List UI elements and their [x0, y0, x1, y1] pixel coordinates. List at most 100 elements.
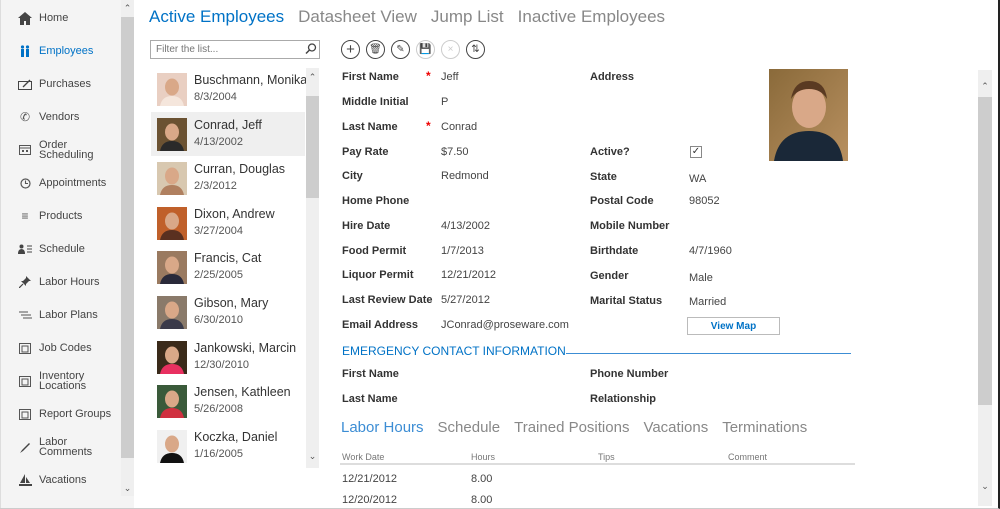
- employee-photo: [769, 69, 848, 161]
- table-cell: 12/21/2012: [342, 473, 398, 485]
- subtab-schedule[interactable]: Schedule: [438, 419, 501, 436]
- state-value[interactable]: WA: [689, 173, 706, 185]
- employee-thumbnail: [157, 429, 187, 463]
- scroll-down-icon[interactable]: ⌄: [978, 480, 992, 492]
- hire-date-value[interactable]: 4/13/2002: [441, 220, 490, 232]
- sidebar-item-labor-hours[interactable]: Labor Hours: [1, 275, 121, 289]
- save-button[interactable]: 💾: [416, 40, 435, 59]
- emergency-last-name-label: Last Name: [342, 393, 398, 405]
- employee-name: Francis, Cat: [194, 251, 262, 266]
- subtab-labor-hours[interactable]: Labor Hours: [341, 419, 424, 436]
- column-header-hours[interactable]: Hours: [471, 452, 495, 462]
- email-address-value[interactable]: JConrad@proseware.com: [441, 319, 569, 331]
- active-checkbox[interactable]: ✓: [690, 146, 702, 158]
- sidebar-item-vacations[interactable]: Vacations: [1, 473, 121, 487]
- middle-initial-value[interactable]: P: [441, 96, 448, 108]
- sidebar-item-home[interactable]: Home: [1, 11, 121, 25]
- liquor-permit-value[interactable]: 12/21/2012: [441, 269, 496, 281]
- tab-jump-list[interactable]: Jump List: [431, 7, 504, 27]
- subtab-terminations[interactable]: Terminations: [722, 419, 807, 436]
- sidebar-item-label: Job Codes: [39, 342, 92, 354]
- cancel-button[interactable]: ×: [441, 40, 460, 59]
- employee-thumbnail: [157, 206, 187, 240]
- column-header-comment[interactable]: Comment: [728, 452, 767, 462]
- list-scrollbar[interactable]: ⌃ ⌄: [306, 68, 319, 468]
- sidebar-item-labor-plans[interactable]: Labor Plans: [1, 308, 121, 322]
- sidebar-item-vendors[interactable]: ✆ Vendors: [1, 110, 121, 124]
- scroll-up-icon[interactable]: ⌃: [978, 80, 992, 92]
- hire-date-label: Hire Date: [342, 220, 391, 232]
- sidebar-item-order-scheduling[interactable]: Order Scheduling: [1, 140, 121, 161]
- sidebar-item-schedule[interactable]: Schedule: [1, 242, 121, 256]
- scroll-down-icon[interactable]: ⌄: [306, 450, 319, 462]
- employee-list-item[interactable]: Francis, Cat 2/25/2005: [151, 245, 305, 289]
- employee-hire-date: 6/30/2010: [194, 314, 243, 326]
- sidebar-item-inventory-locations[interactable]: Inventory Locations: [1, 370, 121, 392]
- column-header-tips[interactable]: Tips: [598, 452, 615, 462]
- postal-code-value[interactable]: 98052: [689, 195, 720, 207]
- last-review-date-label: Last Review Date: [342, 294, 433, 306]
- employee-list-item[interactable]: Jensen, Kathleen 5/26/2008: [151, 379, 305, 423]
- employee-list-item[interactable]: Gibson, Mary 6/30/2010: [151, 290, 305, 334]
- scrollbar-thumb[interactable]: [121, 17, 134, 458]
- employee-list-item[interactable]: Jankowski, Marcin 12/30/2010: [151, 335, 305, 379]
- sidebar-scrollbar[interactable]: ⌃ ⌄: [121, 0, 134, 496]
- marital-status-value[interactable]: Married: [689, 296, 726, 308]
- view-map-button[interactable]: View Map: [687, 317, 780, 335]
- employee-list-item[interactable]: Koczka, Daniel 1/16/2005: [151, 424, 305, 468]
- scrollbar-thumb[interactable]: [306, 96, 319, 198]
- food-permit-value[interactable]: 1/7/2013: [441, 245, 484, 257]
- employee-name: Buschmann, Monika: [194, 73, 308, 87]
- sort-icon: ⇅: [471, 43, 480, 55]
- pencil-icon: [16, 440, 34, 454]
- sidebar-item-label: Purchases: [39, 78, 91, 90]
- tab-active-employees[interactable]: Active Employees: [149, 7, 284, 27]
- home-phone-label: Home Phone: [342, 195, 410, 207]
- table-cell: 8.00: [471, 494, 493, 506]
- employee-hire-date: 2/3/2012: [194, 180, 237, 193]
- sidebar-item-products[interactable]: ≡ Products: [1, 209, 121, 223]
- filter-input[interactable]: [150, 40, 320, 59]
- sidebar-item-label: Inventory Locations: [39, 370, 87, 392]
- tab-inactive-employees[interactable]: Inactive Employees: [518, 7, 665, 27]
- column-header-work-date[interactable]: Work Date: [342, 452, 384, 462]
- add-button[interactable]: +: [341, 40, 360, 59]
- sidebar-item-job-codes[interactable]: Job Codes: [1, 341, 121, 355]
- employee-list-item[interactable]: Buschmann, Monika 8/3/2004: [151, 67, 308, 111]
- section-divider: [566, 353, 851, 354]
- sidebar-item-labor-comments[interactable]: Labor Comments: [1, 437, 121, 458]
- first-name-value[interactable]: Jeff: [441, 71, 459, 83]
- email-address-label: Email Address: [342, 319, 419, 331]
- employee-thumbnail: [157, 73, 187, 106]
- last-review-date-value[interactable]: 5/27/2012: [441, 294, 490, 306]
- pay-rate-value[interactable]: $7.50: [441, 146, 469, 158]
- employee-name: Conrad, Jeff: [194, 117, 262, 132]
- pivot-tabs: Active Employees Datasheet View Jump List I…: [149, 7, 679, 27]
- sidebar: ⌃ ⌄ Home Employees Purchases ✆ Vendors Order …: [0, 0, 134, 508]
- employee-list-item[interactable]: Curran, Douglas 2/3/2012: [151, 156, 305, 200]
- form-scrollbar[interactable]: ⌃ ⌄: [978, 70, 992, 506]
- city-value[interactable]: Redmond: [441, 170, 489, 182]
- subtab-trained-positions[interactable]: Trained Positions: [514, 419, 629, 436]
- sidebar-item-appointments[interactable]: Appointments: [1, 176, 121, 190]
- gender-value[interactable]: Male: [689, 272, 713, 284]
- birthdate-value[interactable]: 4/7/1960: [689, 245, 732, 257]
- scroll-up-icon[interactable]: ⌃: [306, 71, 319, 83]
- sort-button[interactable]: ⇅: [466, 40, 485, 59]
- delete-button[interactable]: 🗑: [366, 40, 385, 59]
- scroll-up-icon[interactable]: ⌃: [121, 2, 134, 14]
- search-icon[interactable]: [304, 42, 318, 56]
- employee-thumbnail: [157, 340, 187, 374]
- cancel-icon: ×: [447, 43, 454, 55]
- employee-list-item[interactable]: Dixon, Andrew 3/27/2004: [151, 201, 305, 245]
- scroll-down-icon[interactable]: ⌄: [121, 482, 134, 494]
- edit-button[interactable]: ✎: [391, 40, 410, 59]
- last-name-value[interactable]: Conrad: [441, 121, 477, 133]
- employee-list-item[interactable]: Conrad, Jeff 4/13/2002: [151, 111, 305, 156]
- tab-datasheet-view[interactable]: Datasheet View: [298, 7, 417, 27]
- sidebar-item-purchases[interactable]: Purchases: [1, 77, 121, 91]
- sidebar-item-report-groups[interactable]: Report Groups: [1, 407, 121, 421]
- subtab-vacations[interactable]: Vacations: [643, 419, 708, 436]
- sidebar-item-employees[interactable]: Employees: [1, 44, 121, 58]
- scrollbar-thumb[interactable]: [978, 97, 992, 405]
